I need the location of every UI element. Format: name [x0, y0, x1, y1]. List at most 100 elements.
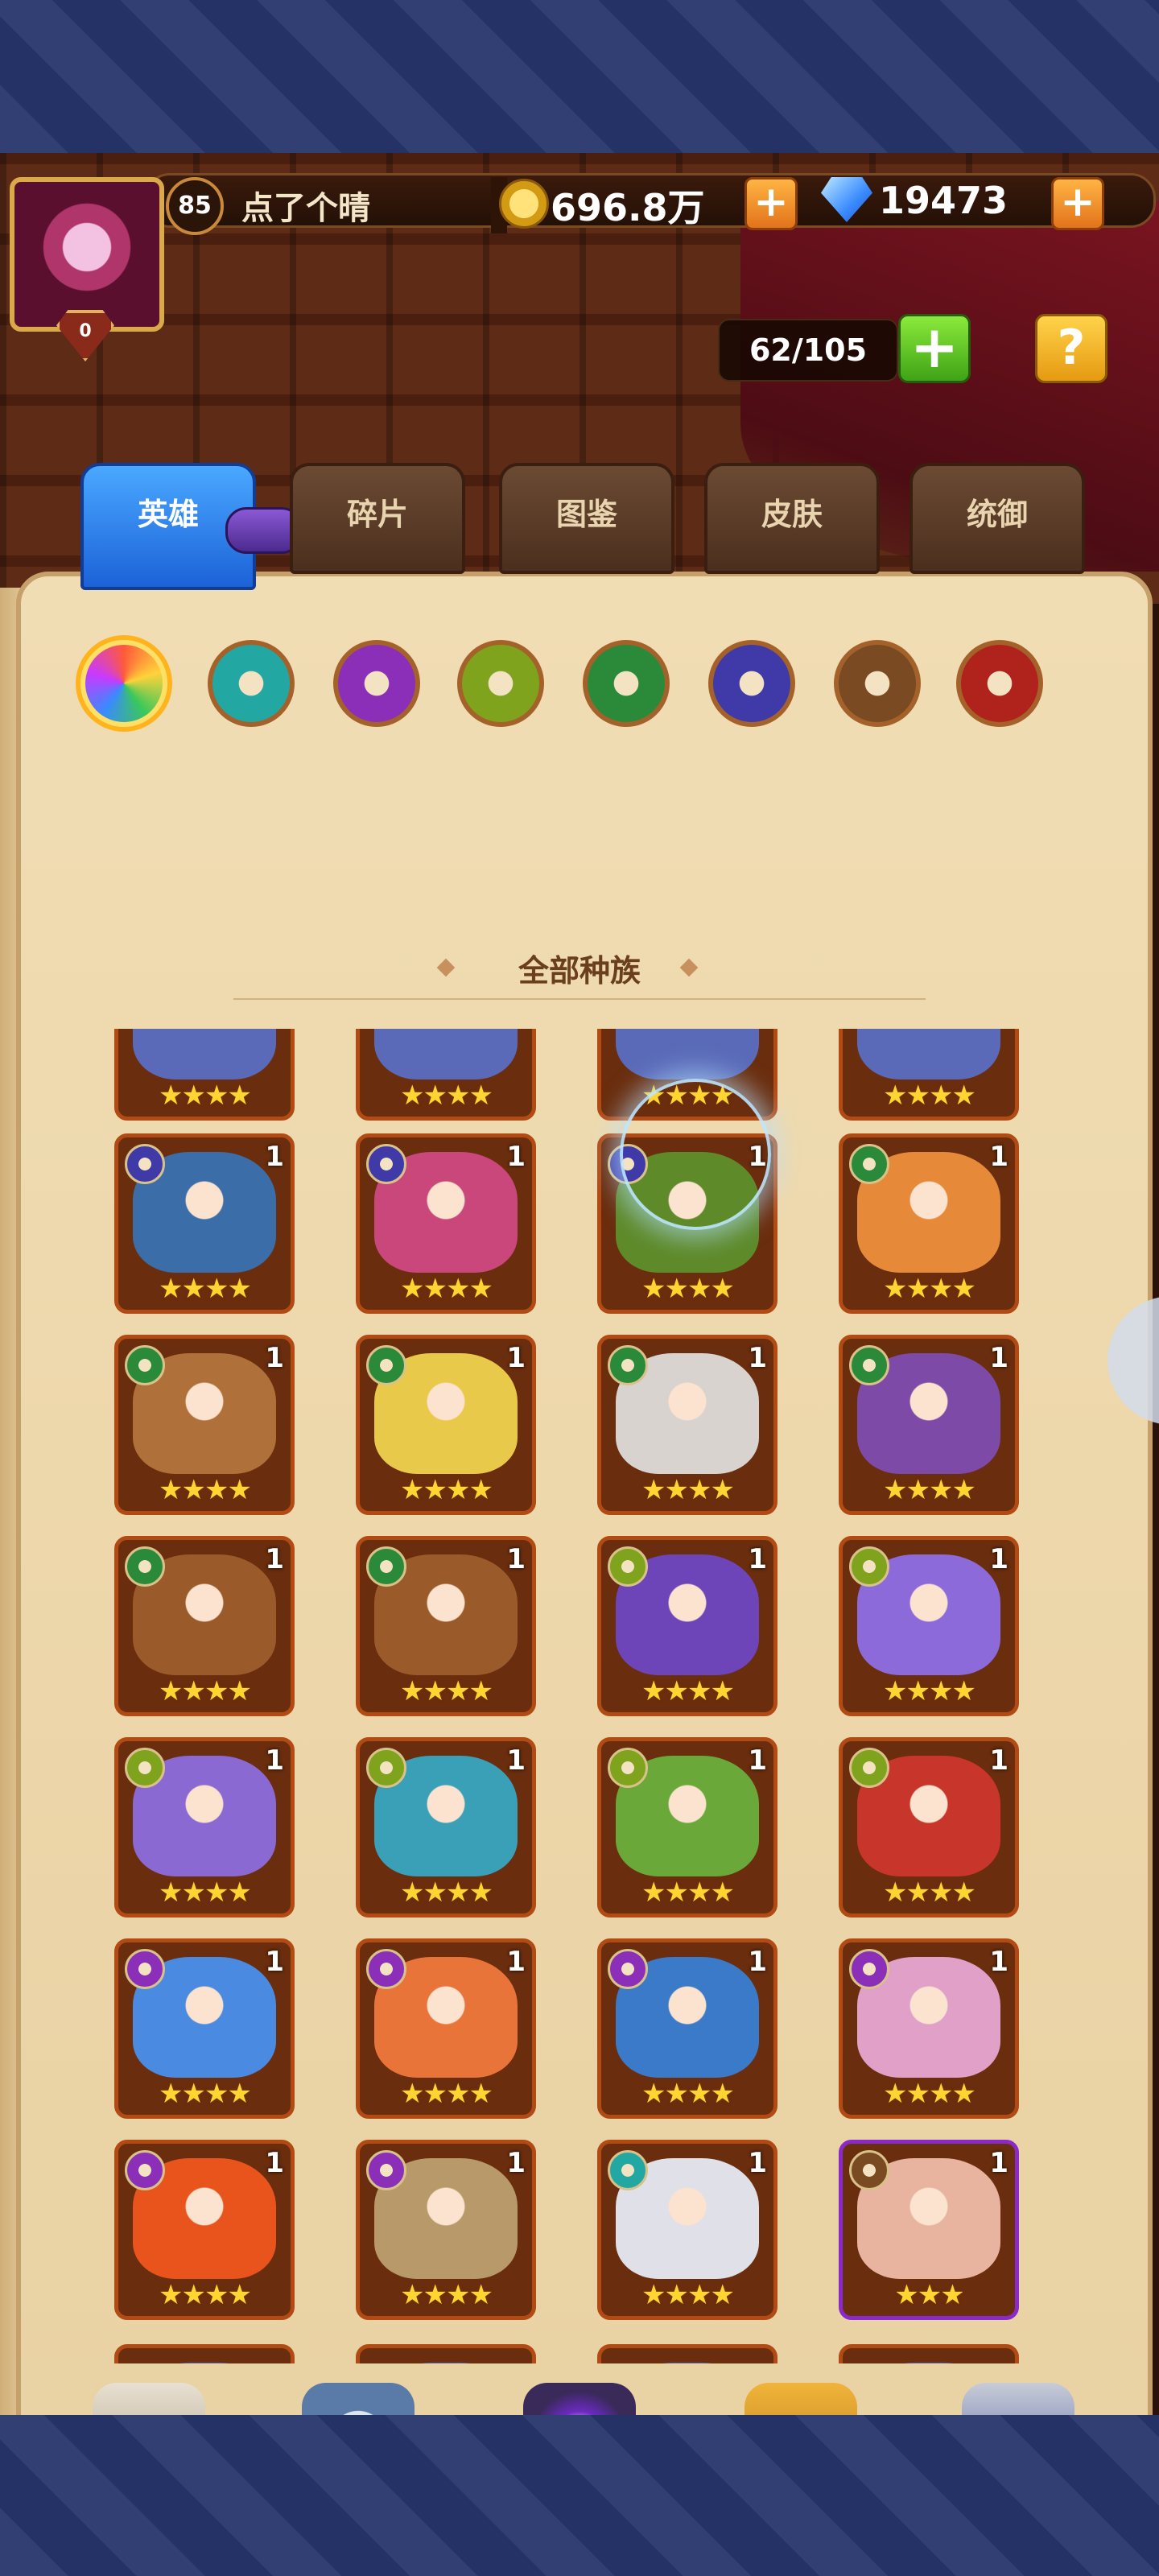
hero-card[interactable]: 1 ★★★★ [839, 1335, 1019, 1515]
race-filter-fire-icon[interactable] [956, 640, 1043, 727]
hero-level: 1 [265, 1946, 284, 1978]
nav-bag[interactable]: 背包 [716, 2375, 885, 2415]
hero-stars: ★★★★ [641, 1675, 735, 1707]
hero-portrait [616, 1029, 759, 1080]
hero-level: 1 [989, 1141, 1008, 1173]
hero-card[interactable]: ★★★★ [114, 1029, 295, 1121]
hero-level: 1 [748, 2147, 767, 2179]
hero-stars: ★★★★ [641, 1474, 735, 1506]
hero-level: 1 [265, 1744, 284, 1777]
hero-card[interactable]: 1 ★★★★ [356, 1737, 536, 1918]
hero-card[interactable]: 1 ★★★ [839, 2140, 1019, 2320]
race-filter-beast-icon[interactable] [457, 640, 544, 727]
hero-card[interactable]: ★★★★ [839, 1029, 1019, 1121]
hero-card[interactable]: 1 ★★★★ [356, 1536, 536, 1716]
hero-card[interactable]: 1 ★★★★ [597, 1737, 777, 1918]
hero-stars: ★★★★ [400, 1474, 493, 1506]
hero-card[interactable]: ★★★★ [114, 2344, 295, 2363]
help-button[interactable]: ? [1035, 314, 1107, 383]
race-badge-icon [366, 1345, 406, 1385]
race-badge-icon [608, 1949, 648, 1989]
hero-card[interactable]: 1 ★★★★ [356, 1938, 536, 2119]
hero-card[interactable]: ★★★★ [839, 2344, 1019, 2363]
race-badge-icon [849, 1546, 889, 1587]
hero-card[interactable]: 1 ★★★★ [597, 1335, 777, 1515]
hero-level: 1 [989, 1342, 1008, 1374]
tab-command[interactable]: 统御 [909, 463, 1085, 574]
hero-card[interactable]: 1 ★★★★ [839, 1133, 1019, 1314]
nav-explore[interactable]: 探险 [495, 2375, 664, 2415]
hero-card[interactable]: 1 ★★★★ [597, 2140, 777, 2320]
hero-level: 1 [989, 1946, 1008, 1978]
race-filter-demon-icon[interactable] [708, 640, 795, 727]
hero-card[interactable]: ★★★★ [356, 2344, 536, 2363]
hero-card[interactable]: 1 ★★★★ [114, 1737, 295, 1918]
race-badge-icon [849, 1345, 889, 1385]
race-badge-icon [608, 1345, 648, 1385]
hero-stars: ★★★★ [159, 1876, 252, 1909]
hero-level: 1 [506, 1342, 526, 1374]
bottom-background [0, 2415, 1159, 2576]
race-badge-icon [608, 1748, 648, 1788]
hero-level: 1 [748, 1946, 767, 1978]
add-diamond-button[interactable]: + [1051, 177, 1104, 230]
hero-card[interactable]: ★★★★ [356, 1029, 536, 1121]
hero-stars: ★★★★ [400, 2078, 493, 2110]
hero-card[interactable]: ★★★★ [597, 2344, 777, 2363]
nav-main-city[interactable]: 主城 [64, 2375, 233, 2415]
hero-stars: ★★★★ [159, 1273, 252, 1305]
hero-level: 1 [506, 1744, 526, 1777]
hero-level: 1 [989, 1543, 1008, 1575]
race-filter-all-icon[interactable] [80, 640, 167, 727]
hero-card[interactable]: 1 ★★★★ [356, 2140, 536, 2320]
hero-level: 1 [265, 2147, 284, 2179]
hero-card[interactable]: 1 ★★★★ [839, 1536, 1019, 1716]
hero-card[interactable]: 1 ★★★★ [839, 1737, 1019, 1918]
race-badge-icon [125, 1949, 165, 1989]
hero-level: 1 [265, 1342, 284, 1374]
selection-glow [620, 1079, 771, 1230]
race-filter-forest-spirit-icon[interactable] [208, 640, 295, 727]
hero-card[interactable]: 1 ★★★★ [114, 1536, 295, 1716]
hero-stars: ★★★★ [159, 2279, 252, 2311]
expand-slots-button[interactable]: + [898, 314, 971, 383]
hero-card[interactable]: 1 ★★★★ [839, 1938, 1019, 2119]
race-filter-dark-icon[interactable] [333, 640, 420, 727]
player-avatar[interactable] [10, 177, 164, 332]
race-badge-icon [608, 2150, 648, 2190]
hero-stars: ★★★★ [400, 1675, 493, 1707]
race-badge-icon [608, 1546, 648, 1587]
race-badge-icon [366, 1748, 406, 1788]
hero-level: 1 [748, 1342, 767, 1374]
hero-level: 1 [265, 1141, 284, 1173]
hero-card[interactable]: 1 ★★★★ [114, 2140, 295, 2320]
hero-level: 1 [989, 1744, 1008, 1777]
tab-skins[interactable]: 皮肤 [704, 463, 880, 574]
nav-guild[interactable]: 公会 [934, 2375, 1103, 2415]
race-filter-light-icon[interactable] [834, 640, 921, 727]
nav-heroes[interactable]: 英雄 [274, 2375, 443, 2415]
gold-amount: 696.8万 [551, 186, 705, 229]
add-gold-button[interactable]: + [744, 177, 798, 230]
title-underline [233, 998, 926, 1000]
player-name: 点了个晴 [241, 190, 370, 227]
hero-card[interactable]: 1 ★★★★ [114, 1938, 295, 2119]
tab-fragments[interactable]: 碎片 [290, 463, 465, 574]
hero-level: 1 [748, 1543, 767, 1575]
race-badge-icon [849, 2150, 889, 2190]
hero-card[interactable]: 1 ★★★★ [356, 1335, 536, 1515]
hero-count: 62/105 [718, 319, 898, 382]
tab-codex[interactable]: 图鉴 [499, 463, 674, 574]
hero-stars: ★★★★ [883, 1675, 976, 1707]
hero-card[interactable]: 1 ★★★★ [597, 1536, 777, 1716]
hero-card[interactable]: 1 ★★★★ [356, 1133, 536, 1314]
hero-stars: ★★★★ [883, 2078, 976, 2110]
race-badge-icon [366, 1546, 406, 1587]
hero-card[interactable]: 1 ★★★★ [597, 1938, 777, 2119]
hero-stars: ★★★★ [641, 1273, 735, 1305]
portal-icon [523, 2383, 636, 2415]
hero-stars: ★★★★ [883, 1080, 976, 1112]
race-filter-nature-icon[interactable] [583, 640, 670, 727]
hero-card[interactable]: 1 ★★★★ [114, 1335, 295, 1515]
hero-card[interactable]: 1 ★★★★ [114, 1133, 295, 1314]
